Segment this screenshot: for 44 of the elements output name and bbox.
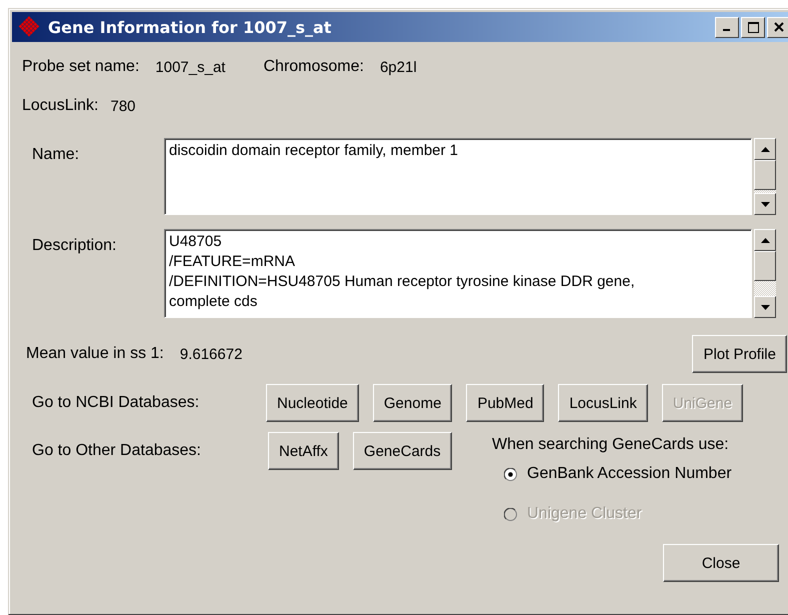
scroll-up-button[interactable] <box>754 138 776 160</box>
field-label: Name: <box>32 145 80 164</box>
field-value: 9.616672 <box>180 346 244 362</box>
scroll-down-button[interactable] <box>754 296 776 318</box>
maximize-icon <box>748 22 758 32</box>
field-label: Chromosome: <box>263 58 364 76</box>
scroll-down-button[interactable] <box>754 193 776 215</box>
field-label: LocusLink: <box>22 97 98 115</box>
radio-label[interactable]: GenBank Accession Number <box>527 465 732 483</box>
scroll-track[interactable] <box>754 190 776 193</box>
scroll-thumb[interactable] <box>754 160 776 190</box>
description-text-area[interactable]: U48705 /FEATURE=mRNA /DEFINITION=HSU48705 Human receptor tyrosine kinase DDR gene, complete cds <box>164 229 752 318</box>
field-label: Mean value in ss 1: <box>26 345 164 363</box>
field-value: 1007_s_at <box>155 58 226 76</box>
scroll-up-button[interactable] <box>754 229 776 251</box>
database-button[interactable]: Nucleotide <box>266 384 359 422</box>
plot-profile-button[interactable]: Plot Profile <box>692 335 787 373</box>
scroll-track[interactable] <box>754 281 776 296</box>
section-label: Go to NCBI Databases: <box>32 394 200 412</box>
up-arrow-icon <box>760 146 770 152</box>
field-label: Probe set name: <box>22 58 140 76</box>
down-arrow-icon <box>760 202 770 206</box>
section-label: Go to Other Databases: <box>32 441 202 461</box>
database-button[interactable]: NetAffx <box>268 432 339 470</box>
field-value: 6p21l <box>380 58 417 76</box>
database-button[interactable]: GeneCards <box>352 432 452 470</box>
database-button[interactable]: PubMed <box>466 384 544 422</box>
database-button[interactable]: Genome <box>372 384 452 422</box>
close-button[interactable]: Close <box>663 544 779 582</box>
up-arrow-icon <box>760 238 770 242</box>
radio-button[interactable] <box>504 468 517 480</box>
field-label: Description: <box>32 236 118 255</box>
option-heading: When searching GeneCards use: <box>492 436 729 453</box>
field-value: 780 <box>110 98 136 114</box>
diamond-grid-icon <box>18 16 40 38</box>
name-text-area[interactable]: discoidin domain receptor family, member 1 <box>164 138 752 215</box>
close-button[interactable] <box>767 16 788 38</box>
minimize-button[interactable] <box>715 16 739 38</box>
close-icon <box>774 22 784 32</box>
database-button[interactable]: LocusLink <box>558 384 648 422</box>
window-title: Gene Information for 1007_s_at <box>48 18 332 36</box>
scroll-thumb[interactable] <box>754 251 776 281</box>
down-arrow-icon <box>760 304 770 310</box>
maximize-button[interactable] <box>741 16 765 38</box>
